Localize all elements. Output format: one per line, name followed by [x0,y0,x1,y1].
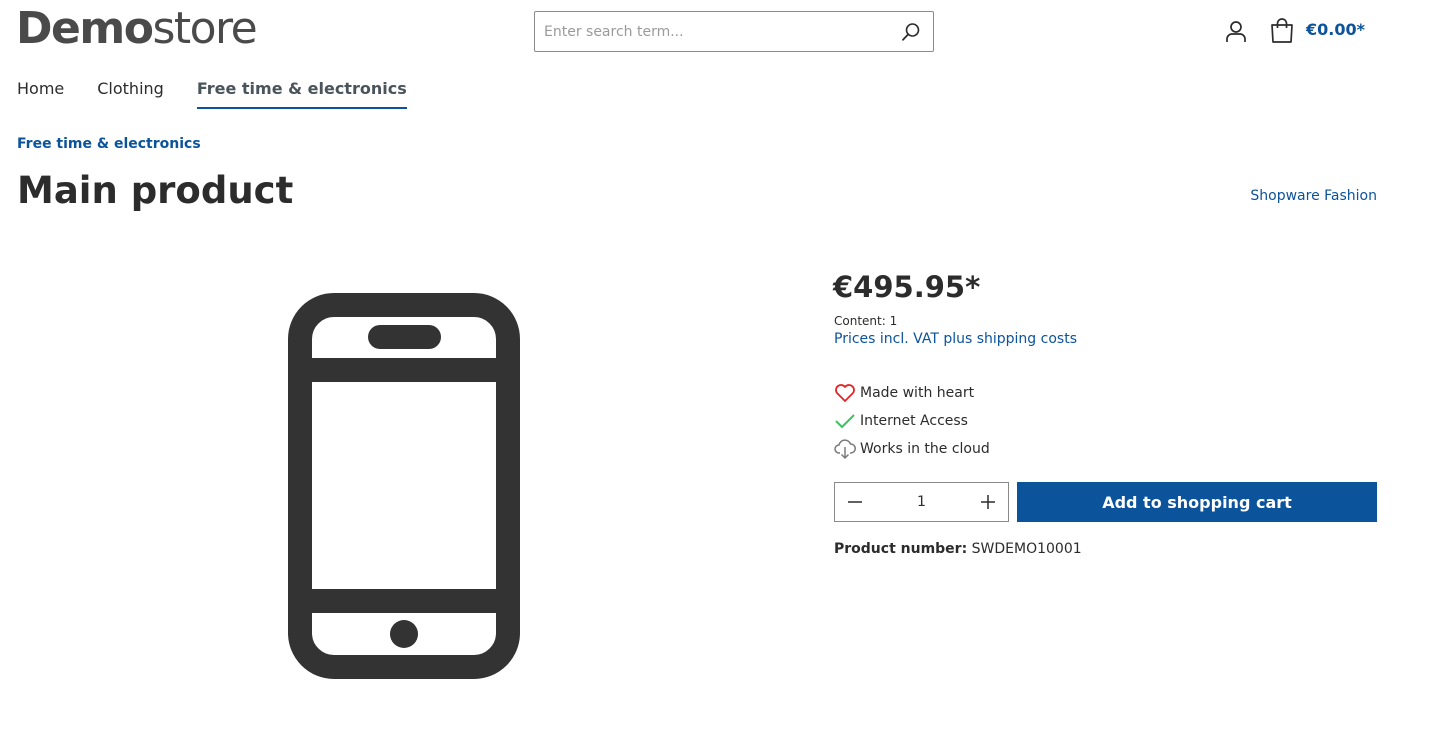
logo-light-text: store [152,3,257,54]
search-icon [902,22,920,41]
feature-item: Internet Access [834,407,990,435]
vat-shipping-link[interactable]: Prices incl. VAT plus shipping costs [834,331,1077,347]
cloud-download-icon [834,438,856,460]
minus-icon [848,501,862,503]
feature-item: Made with heart [834,379,990,407]
product-number: Product number: SWDEMO10001 [834,541,1082,557]
product-price: €495.95* [833,270,981,304]
search-input[interactable] [535,12,889,51]
account-icon[interactable] [1224,19,1248,43]
smartphone-icon[interactable] [284,290,524,682]
breadcrumb[interactable]: Free time & electronics [17,136,201,152]
plus-icon [980,495,995,509]
feature-list: Made with heart Internet Access Works in… [834,379,990,463]
search-bar [534,11,934,52]
feature-item: Works in the cloud [834,435,990,463]
quantity-stepper: 1 [834,482,1009,522]
nav-item-clothing[interactable]: Clothing [97,78,164,109]
cart-total[interactable]: €0.00* [1306,20,1365,39]
manufacturer-link[interactable]: Shopware Fashion [1250,188,1377,204]
feature-label: Works in the cloud [860,441,990,457]
add-to-cart-button[interactable]: Add to shopping cart [1017,482,1377,522]
feature-label: Internet Access [860,413,968,429]
increase-quantity-button[interactable] [968,483,1008,521]
product-number-value: SWDEMO10001 [971,541,1082,557]
cart-icon[interactable] [1269,18,1295,44]
feature-label: Made with heart [860,385,975,401]
nav-item-free-time-electronics[interactable]: Free time & electronics [196,78,407,109]
heart-icon [834,382,856,404]
page-title: Main product [17,169,294,212]
checkmark-icon [834,410,856,432]
decrease-quantity-button[interactable] [835,483,875,521]
product-detail-page: Demostore €0.00* Home Clothing Free time… [0,0,1455,741]
quantity-value[interactable]: 1 [917,494,926,510]
logo-bold-text: Demo [16,3,154,54]
search-button[interactable] [889,12,933,51]
product-number-label: Product number: [834,541,968,557]
content-info: Content: 1 [834,314,898,328]
main-navigation: Home Clothing Free time & electronics [17,78,440,109]
nav-item-home[interactable]: Home [17,78,64,109]
logo[interactable]: Demostore [16,3,258,54]
